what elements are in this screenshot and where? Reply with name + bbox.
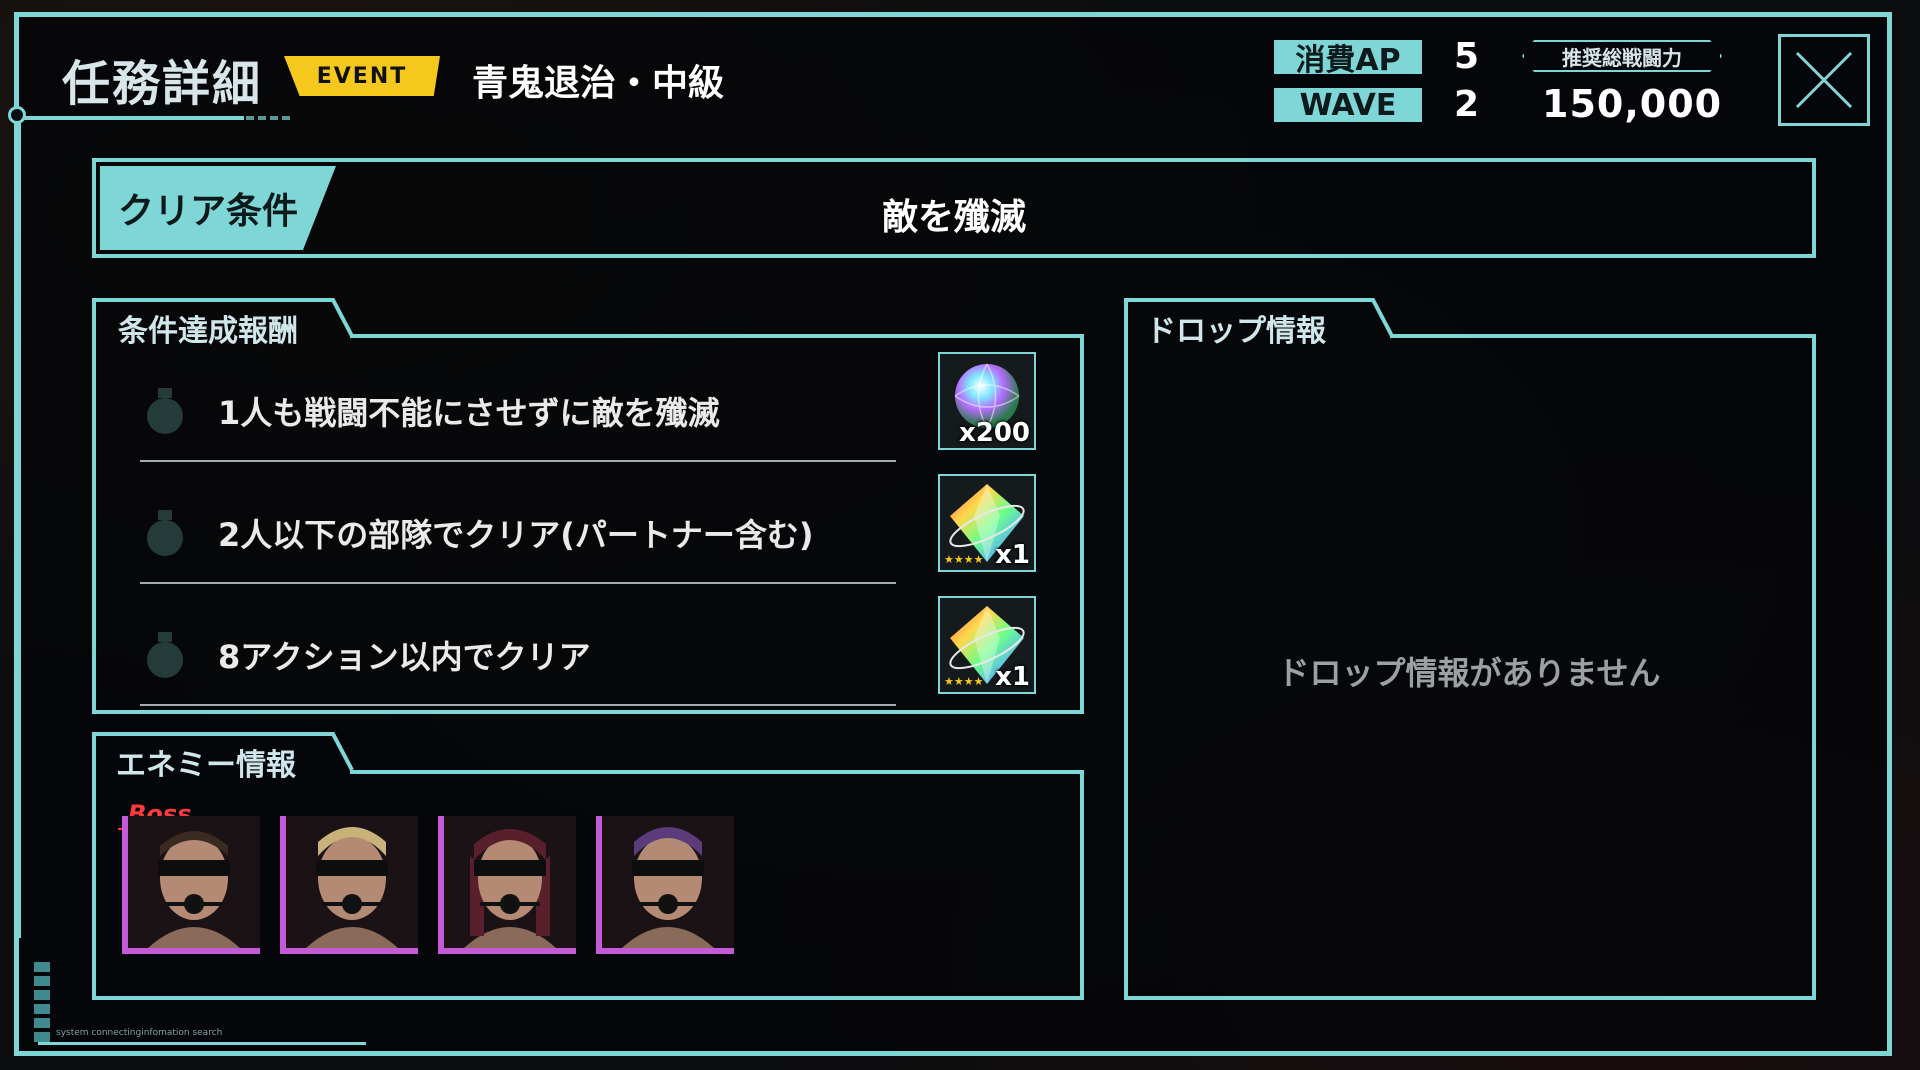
reward-item-qty: x1 bbox=[995, 540, 1030, 570]
medal-icon bbox=[147, 632, 183, 678]
enemy-portrait[interactable] bbox=[596, 816, 734, 954]
reward-item[interactable]: ★★★★ x1 bbox=[938, 596, 1036, 694]
reward-item-stars: ★★★★ bbox=[944, 675, 984, 688]
enemy-face-icon bbox=[602, 816, 734, 948]
enemy-face-icon bbox=[286, 816, 418, 948]
wave-value: 2 bbox=[1454, 84, 1480, 125]
reward-item[interactable]: x200 bbox=[938, 352, 1036, 450]
drops-tab-slant bbox=[1370, 298, 1394, 337]
enemy-portrait[interactable] bbox=[122, 816, 260, 954]
medal-icon bbox=[147, 388, 183, 434]
drops-empty-message: ドロップ情報がありません bbox=[1277, 654, 1661, 692]
rewards-tab-left bbox=[92, 298, 96, 338]
recommended-power-value: 150,000 bbox=[1542, 82, 1723, 126]
enemy-portrait[interactable] bbox=[438, 816, 576, 954]
reward-item-qty: x1 bbox=[995, 662, 1030, 692]
enemies-tab-left bbox=[92, 732, 96, 772]
reward-condition-text: 2人以下の部隊でクリア(パートナー含む) bbox=[218, 516, 814, 554]
reward-item-stars: ★★★★ bbox=[944, 553, 984, 566]
reward-row: 1人も戦闘不能にさせずに敵を殲滅 bbox=[140, 360, 900, 482]
title-underline bbox=[18, 116, 244, 120]
drops-tab-left bbox=[1124, 298, 1128, 338]
rewards-tab-line bbox=[92, 298, 332, 302]
enemy-face-icon bbox=[444, 816, 576, 948]
enemy-portrait[interactable] bbox=[280, 816, 418, 954]
system-status-line bbox=[38, 1042, 366, 1045]
enemies-panel-top bbox=[350, 770, 1084, 774]
page-title: 任務詳細 bbox=[62, 56, 263, 112]
recommended-power-label: 推奨総戦闘力 bbox=[1522, 40, 1722, 72]
event-badge-label: EVENT bbox=[316, 63, 408, 89]
reward-item-qty: x200 bbox=[958, 418, 1030, 448]
event-badge: EVENT bbox=[284, 56, 440, 96]
ap-label: 消費AP bbox=[1274, 40, 1422, 78]
side-status-bars bbox=[34, 962, 50, 1042]
close-button[interactable] bbox=[1778, 34, 1870, 126]
reward-row: 2人以下の部隊でクリア(パートナー含む) bbox=[140, 482, 900, 604]
enemies-tab-line bbox=[92, 732, 332, 736]
clear-condition-box: クリア条件 敵を殲滅 bbox=[92, 158, 1816, 258]
reward-separator bbox=[140, 460, 896, 462]
reward-item[interactable]: ★★★★ x1 bbox=[938, 474, 1036, 572]
reward-condition-text: 8アクション以内でクリア bbox=[218, 638, 591, 676]
reward-separator bbox=[140, 582, 896, 584]
enemies-tab-slant bbox=[330, 732, 354, 771]
drops-panel-top bbox=[1390, 334, 1816, 338]
drops-tab-line bbox=[1124, 298, 1372, 302]
enemy-face-icon bbox=[128, 816, 260, 948]
quest-name: 青鬼退治・中級 bbox=[472, 63, 725, 104]
ap-value: 5 bbox=[1454, 36, 1480, 77]
title-underline-dots bbox=[246, 116, 292, 120]
close-icon bbox=[1795, 51, 1853, 109]
reward-row: 8アクション以内でクリア bbox=[140, 604, 900, 726]
medal-icon bbox=[147, 510, 183, 556]
rewards-panel-top bbox=[350, 334, 1084, 338]
frame-accent-line bbox=[18, 118, 21, 938]
frame-knob bbox=[8, 106, 26, 124]
wave-label: WAVE bbox=[1274, 88, 1422, 123]
clear-condition-text: 敵を殲滅 bbox=[881, 197, 1026, 238]
reward-condition-text: 1人も戦闘不能にさせずに敵を殲滅 bbox=[218, 394, 720, 432]
reward-separator bbox=[140, 704, 896, 706]
rewards-tab-slant bbox=[330, 298, 354, 337]
system-status-text: system connectinginfomation search bbox=[56, 1028, 223, 1038]
